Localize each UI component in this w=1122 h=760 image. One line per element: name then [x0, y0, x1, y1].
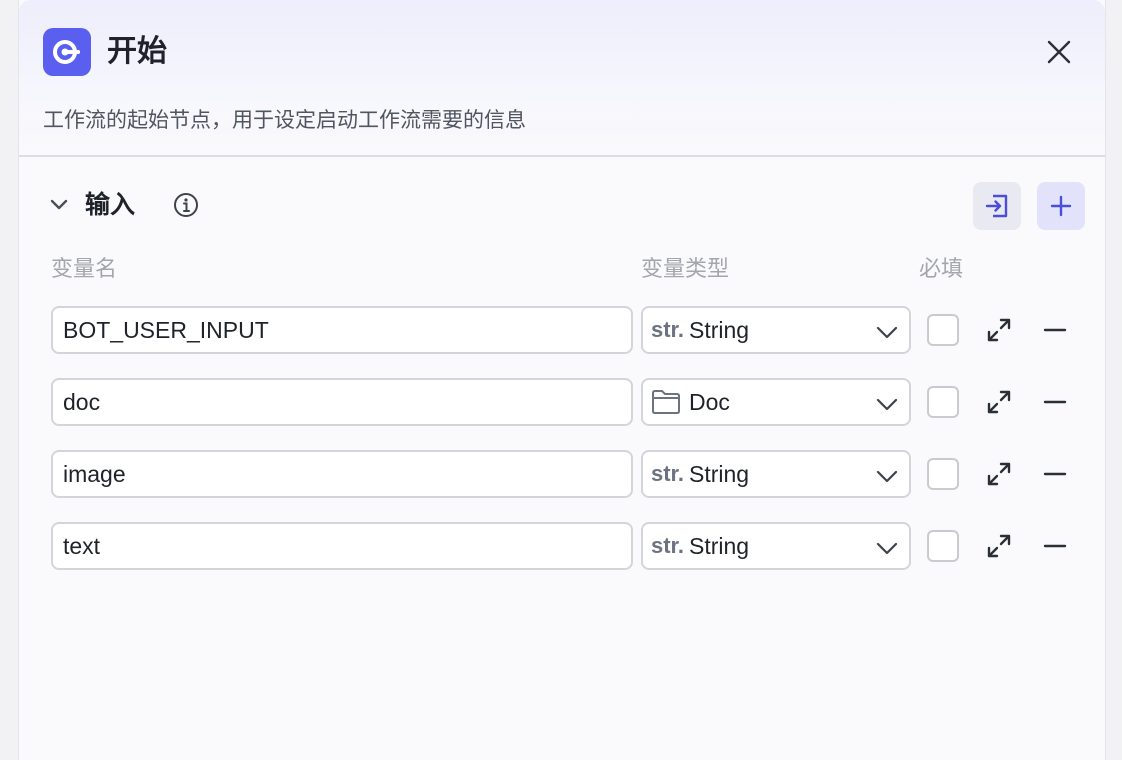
- plus-icon: [1050, 195, 1072, 217]
- required-checkbox[interactable]: [927, 386, 959, 418]
- column-header-required: 必填: [919, 257, 964, 282]
- variable-type-select[interactable]: str. String: [641, 522, 911, 570]
- remove-row-button[interactable]: [1041, 532, 1069, 560]
- string-type-icon: str.: [651, 317, 685, 342]
- variable-row: BOT_USER_INPUT str. String: [51, 306, 1091, 354]
- variable-type-label: Doc: [689, 388, 730, 415]
- variable-type-label: String: [689, 316, 750, 343]
- start-node-icon: [43, 28, 91, 76]
- column-header-type: 变量类型: [641, 257, 730, 282]
- close-button[interactable]: [1043, 36, 1075, 68]
- variable-type-select[interactable]: str. String: [641, 306, 911, 354]
- variable-name-input[interactable]: text: [51, 522, 633, 570]
- close-icon: [1047, 40, 1071, 64]
- chevron-down-icon: [876, 470, 898, 483]
- section-title: 输入: [85, 190, 136, 219]
- start-node-panel: 开始 工作流的起始节点，用于设定启动工作流需要的信息 输入 变量名 变量类型 必…: [18, 0, 1106, 760]
- chevron-down-icon: [876, 398, 898, 411]
- required-checkbox[interactable]: [927, 458, 959, 490]
- required-checkbox[interactable]: [927, 530, 959, 562]
- chevron-down-icon: [876, 326, 898, 339]
- required-checkbox[interactable]: [927, 314, 959, 346]
- variable-row: doc Doc: [51, 378, 1091, 426]
- variable-name-input[interactable]: image: [51, 450, 633, 498]
- remove-row-button[interactable]: [1041, 316, 1069, 344]
- variable-type-select[interactable]: Doc: [641, 378, 911, 426]
- remove-row-button[interactable]: [1041, 388, 1069, 416]
- expand-icon[interactable]: [985, 460, 1013, 488]
- variable-row: image str. String: [51, 450, 1091, 498]
- variable-type-label: String: [689, 532, 750, 559]
- info-icon[interactable]: [173, 192, 199, 218]
- folder-icon: [651, 387, 685, 417]
- column-header-name: 变量名: [51, 257, 118, 282]
- chevron-down-icon: [876, 542, 898, 555]
- string-type-icon: str.: [651, 533, 685, 558]
- expand-icon[interactable]: [985, 532, 1013, 560]
- expand-icon[interactable]: [985, 316, 1013, 344]
- node-description: 工作流的起始节点，用于设定启动工作流需要的信息: [43, 108, 526, 132]
- expand-icon[interactable]: [985, 388, 1013, 416]
- variable-type-select[interactable]: str. String: [641, 450, 911, 498]
- remove-row-button[interactable]: [1041, 460, 1069, 488]
- chevron-down-icon: [50, 199, 68, 210]
- node-title: 开始: [107, 34, 167, 69]
- collapse-toggle[interactable]: [45, 190, 73, 218]
- input-section-header: 输入: [43, 182, 1085, 230]
- variable-type-label: String: [689, 460, 750, 487]
- string-type-icon: str.: [651, 461, 685, 486]
- import-icon: [985, 194, 1008, 218]
- import-button[interactable]: [973, 182, 1021, 230]
- variable-name-input[interactable]: BOT_USER_INPUT: [51, 306, 633, 354]
- variable-row: text str. String: [51, 522, 1091, 570]
- add-variable-button[interactable]: [1037, 182, 1085, 230]
- panel-header: 开始 工作流的起始节点，用于设定启动工作流需要的信息: [19, 0, 1105, 157]
- variable-name-input[interactable]: doc: [51, 378, 633, 426]
